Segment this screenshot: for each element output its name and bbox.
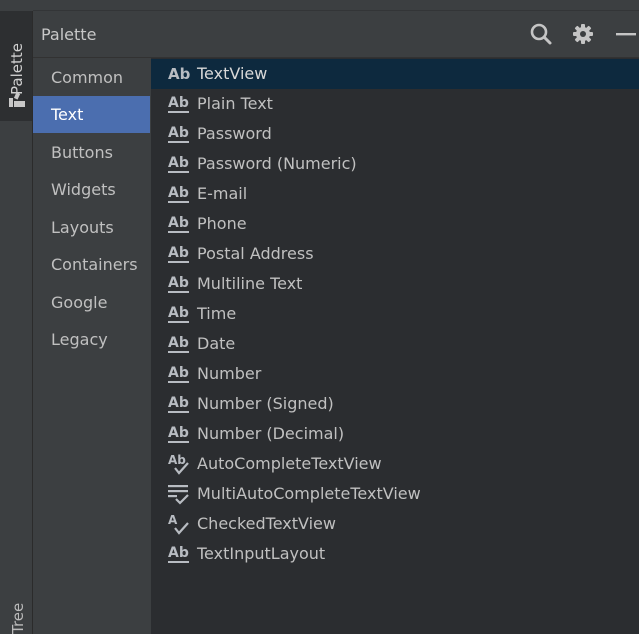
palette-icon bbox=[9, 92, 25, 107]
svg-text:Ab: Ab bbox=[168, 275, 189, 291]
strip-top bbox=[0, 0, 33, 11]
list-item-phone[interactable]: Ab Phone bbox=[151, 209, 639, 239]
svg-text:Ab: Ab bbox=[168, 95, 189, 111]
minimize-icon[interactable] bbox=[613, 21, 639, 47]
svg-text:Ab: Ab bbox=[168, 545, 189, 561]
list-item-textinputlayout[interactable]: Ab TextInputLayout bbox=[151, 539, 639, 569]
list-item-number[interactable]: Ab Number bbox=[151, 359, 639, 389]
svg-text:Ab: Ab bbox=[168, 335, 189, 351]
list-item-multiautocompletetextview[interactable]: MultiAutoCompleteTextView bbox=[151, 479, 639, 509]
svg-text:Ab: Ab bbox=[168, 453, 186, 467]
svg-text:Ab: Ab bbox=[168, 125, 189, 141]
palette-header: Palette bbox=[33, 11, 639, 58]
palette-tool-tab[interactable]: Palette bbox=[0, 11, 32, 121]
category-common[interactable]: Common bbox=[33, 59, 150, 96]
edittext-icon: Ab bbox=[168, 335, 189, 353]
top-bar bbox=[33, 0, 639, 11]
list-item-time[interactable]: Ab Time bbox=[151, 299, 639, 329]
panel-title: Palette bbox=[41, 25, 97, 44]
category-containers[interactable]: Containers bbox=[33, 246, 150, 283]
edittext-icon: Ab bbox=[168, 185, 189, 203]
tree-tab-label: Tree bbox=[9, 602, 27, 634]
category-text[interactable]: Text bbox=[33, 96, 150, 133]
svg-text:Ab: Ab bbox=[168, 425, 189, 441]
item-label: Number bbox=[197, 364, 262, 383]
svg-text:Ab: Ab bbox=[168, 245, 189, 261]
list-item-number-signed[interactable]: Ab Number (Signed) bbox=[151, 389, 639, 419]
item-label: MultiAutoCompleteTextView bbox=[197, 484, 421, 503]
item-label: E-mail bbox=[197, 184, 248, 203]
list-item-autocompletetextview[interactable]: Ab AutoCompleteTextView bbox=[151, 449, 639, 479]
category-widgets[interactable]: Widgets bbox=[33, 171, 150, 208]
palette-tab-label: Palette bbox=[8, 43, 26, 95]
gear-icon[interactable] bbox=[570, 21, 596, 47]
item-label: Phone bbox=[197, 214, 247, 233]
item-label: TextInputLayout bbox=[197, 544, 326, 563]
list-item-checkedtextview[interactable]: A CheckedTextView bbox=[151, 509, 639, 539]
svg-text:Ab: Ab bbox=[168, 185, 189, 201]
edittext-icon: Ab bbox=[168, 155, 189, 173]
edittext-icon: Ab bbox=[168, 125, 189, 143]
category-buttons[interactable]: Buttons bbox=[33, 134, 150, 171]
category-google[interactable]: Google bbox=[33, 284, 150, 321]
list-item-date[interactable]: Ab Date bbox=[151, 329, 639, 359]
category-legacy[interactable]: Legacy bbox=[33, 321, 150, 358]
multiautocomplete-icon bbox=[168, 485, 189, 505]
item-label: AutoCompleteTextView bbox=[197, 454, 382, 473]
svg-text:Ab: Ab bbox=[168, 395, 189, 411]
item-label: Password (Numeric) bbox=[197, 154, 357, 173]
svg-text:Ab: Ab bbox=[168, 215, 189, 231]
edittext-icon: Ab bbox=[168, 395, 189, 413]
list-item-plain-text[interactable]: Ab Plain Text bbox=[151, 89, 639, 119]
item-label: Password bbox=[197, 124, 272, 143]
category-layouts[interactable]: Layouts bbox=[33, 209, 150, 246]
list-item-multiline-text[interactable]: Ab Multiline Text bbox=[151, 269, 639, 299]
textview-icon: Ab bbox=[168, 65, 191, 83]
autocomplete-icon: Ab bbox=[168, 453, 189, 475]
checkedtext-icon: A bbox=[168, 513, 189, 535]
list-item-password-numeric[interactable]: Ab Password (Numeric) bbox=[151, 149, 639, 179]
edittext-icon: Ab bbox=[168, 275, 189, 293]
edittext-icon: Ab bbox=[168, 545, 189, 563]
svg-text:A: A bbox=[168, 513, 178, 527]
item-label: Time bbox=[197, 304, 237, 323]
item-label: TextView bbox=[197, 64, 268, 83]
svg-text:Ab: Ab bbox=[168, 155, 189, 171]
component-tree-tool-tab[interactable]: Tree bbox=[0, 598, 32, 634]
item-label: CheckedTextView bbox=[197, 514, 336, 533]
list-item-textview[interactable]: Ab TextView bbox=[151, 59, 639, 89]
item-label: Number (Decimal) bbox=[197, 424, 345, 443]
edittext-icon: Ab bbox=[168, 365, 189, 383]
edittext-icon: Ab bbox=[168, 215, 189, 233]
item-label: Number (Signed) bbox=[197, 394, 334, 413]
edittext-icon: Ab bbox=[168, 245, 189, 263]
list-item-email[interactable]: Ab E-mail bbox=[151, 179, 639, 209]
svg-text:Ab: Ab bbox=[168, 365, 189, 381]
tool-window-strip: Palette Tree bbox=[0, 0, 33, 634]
category-list: Common Text Buttons Widgets Layouts Cont… bbox=[33, 58, 151, 634]
list-item-number-decimal[interactable]: Ab Number (Decimal) bbox=[151, 419, 639, 449]
component-list: Ab TextView Ab Plain Text Ab Password Ab… bbox=[151, 58, 639, 634]
item-label: Date bbox=[197, 334, 236, 353]
item-label: Postal Address bbox=[197, 244, 314, 263]
edittext-icon: Ab bbox=[168, 425, 189, 443]
palette-window: Palette Tree Palette Common Text Buttons… bbox=[0, 0, 639, 634]
edittext-icon: Ab bbox=[168, 95, 189, 113]
list-item-password[interactable]: Ab Password bbox=[151, 119, 639, 149]
svg-text:Ab: Ab bbox=[168, 65, 191, 83]
search-icon[interactable] bbox=[528, 21, 554, 47]
edittext-icon: Ab bbox=[168, 305, 189, 323]
list-item-postal-address[interactable]: Ab Postal Address bbox=[151, 239, 639, 269]
item-label: Plain Text bbox=[197, 94, 273, 113]
svg-text:Ab: Ab bbox=[168, 305, 189, 321]
item-label: Multiline Text bbox=[197, 274, 303, 293]
